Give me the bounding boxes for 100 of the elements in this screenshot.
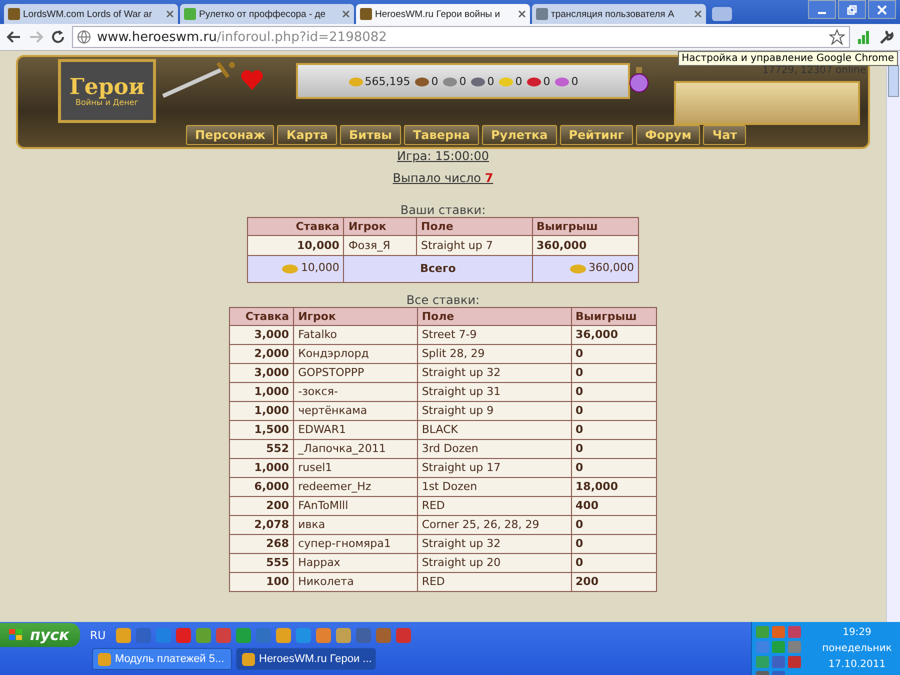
forward-icon[interactable] [28,29,44,45]
quick-launch-icon[interactable] [296,628,311,642]
browser-tab[interactable]: трансляция пользователя A [532,4,706,24]
resource-amount: 0 [515,74,522,88]
new-tab-button[interactable] [712,7,732,21]
column-header: Ставка [248,218,344,236]
tray-icon[interactable] [756,626,769,638]
table-cell: RED [417,496,572,516]
nav-button[interactable]: Чат [703,125,746,145]
language-indicator[interactable]: RU [90,628,106,642]
browser-tab[interactable]: LordsWM.com Lords of War ar [4,4,178,24]
signal-bars-icon[interactable] [856,29,872,45]
nav-button[interactable]: Рулетка [482,125,557,145]
column-header: Выигрыш [571,308,656,326]
table-cell: _Лапочка_2011 [294,440,418,458]
wrench-icon[interactable] [878,29,894,45]
windows-logo-icon [8,628,24,642]
resource-icon [554,75,570,87]
tray-icon[interactable] [756,641,769,653]
close-icon[interactable] [694,10,702,18]
quick-launch-icon[interactable] [356,628,371,642]
column-header: Выигрыш [532,218,638,236]
tray-icon[interactable] [772,656,785,668]
nav-button[interactable]: Таверна [404,125,479,145]
table-cell: FAnToMlll [294,496,418,516]
back-icon[interactable] [6,29,22,45]
taskbar-task[interactable]: Модуль платежей 5... [92,648,232,670]
table-cell: Straight up 17 [417,458,572,478]
close-icon[interactable] [518,10,526,18]
tooltip: Настройка и управление Google Chrome [678,51,898,66]
quick-launch-icon[interactable] [136,628,151,642]
close-window-button[interactable] [868,0,896,19]
table-cell: rusel1 [294,458,418,478]
star-icon[interactable] [829,29,845,45]
restore-icon [847,4,857,14]
tray-icon[interactable] [772,626,785,638]
logo-title: Герои [69,76,145,98]
quick-launch-icon[interactable] [256,628,271,642]
tray-icon[interactable] [788,626,801,638]
table-cell: Straight up 32 [417,534,572,554]
start-button[interactable]: пуск [0,623,80,647]
nav-button[interactable]: Форум [636,125,700,145]
table-cell: Straight up 32 [417,364,572,382]
tab-favicon-icon [536,8,548,20]
tray-icon[interactable] [772,641,785,653]
table-cell: 400 [571,496,656,516]
game-logo[interactable]: Герои Войны и Денег [58,59,156,123]
resource-icon [498,75,514,87]
close-icon[interactable] [166,10,174,18]
table-cell: 1,500 [230,420,294,440]
table-cell: 2,078 [230,516,294,534]
quick-launch-icon[interactable] [196,628,211,642]
clock-time: 19:29 [842,626,872,638]
resource-amount: 0 [487,74,494,88]
resource-amount: 0 [459,74,466,88]
table-cell: 0 [571,458,656,478]
table-cell: Corner 25, 26, 28, 29 [417,516,572,534]
reload-icon[interactable] [50,29,66,45]
quick-launch-icon[interactable] [236,628,251,642]
game-time-link[interactable]: Игра: 15:00:00 [396,149,489,163]
quick-launch-icon[interactable] [156,628,171,642]
quick-launch-icon[interactable] [276,628,291,642]
browser-tab[interactable]: HeroesWM.ru Герои войны и [356,4,530,24]
table-cell: 200 [571,572,656,592]
table-cell: Николета [294,572,418,592]
tray-icon[interactable] [756,656,769,668]
table-cell: EDWAR1 [294,420,418,440]
nav-button[interactable]: Персонаж [186,125,274,145]
nav-button[interactable]: Рейтинг [560,125,634,145]
close-icon[interactable] [342,10,350,18]
table-cell: 2,000 [230,344,294,364]
table-cell: 10,000 [248,256,344,282]
table-cell: redeemer_Hz [294,478,418,496]
tray-icon[interactable] [788,656,801,668]
address-bar[interactable]: www.heroeswm.ru/inforoul.php?id=2198082 [72,26,850,48]
quick-launch-icon[interactable] [216,628,231,642]
tab-favicon-icon [8,8,20,20]
table-cell: GOPSTOPPP [294,364,418,382]
nav-button[interactable]: Битвы [340,125,401,145]
taskbar-task[interactable]: HeroesWM.ru Герои ... [236,648,376,670]
table-cell: 0 [571,382,656,402]
column-header: Игрок [294,308,418,326]
column-header: Поле [416,218,532,236]
potion-icon[interactable] [628,67,650,93]
table-cell: BLACK [417,420,572,440]
result-link[interactable]: Выпало число 7 [392,171,494,185]
minimize-button[interactable] [808,0,836,19]
heart-icon[interactable] [240,69,264,91]
quick-launch-icon[interactable] [116,628,131,642]
clock-date: 17.10.2011 [828,659,886,670]
quick-launch-icon[interactable] [316,628,331,642]
table-cell: 200 [230,496,294,516]
quick-launch-icon[interactable] [376,628,391,642]
restore-button[interactable] [838,0,866,19]
browser-tab[interactable]: Рулетко от проффесора - де [180,4,354,24]
quick-launch-icon[interactable] [336,628,351,642]
quick-launch-icon[interactable] [396,628,411,642]
nav-button[interactable]: Карта [277,125,338,145]
tray-icon[interactable] [788,641,801,653]
quick-launch-icon[interactable] [176,628,191,642]
